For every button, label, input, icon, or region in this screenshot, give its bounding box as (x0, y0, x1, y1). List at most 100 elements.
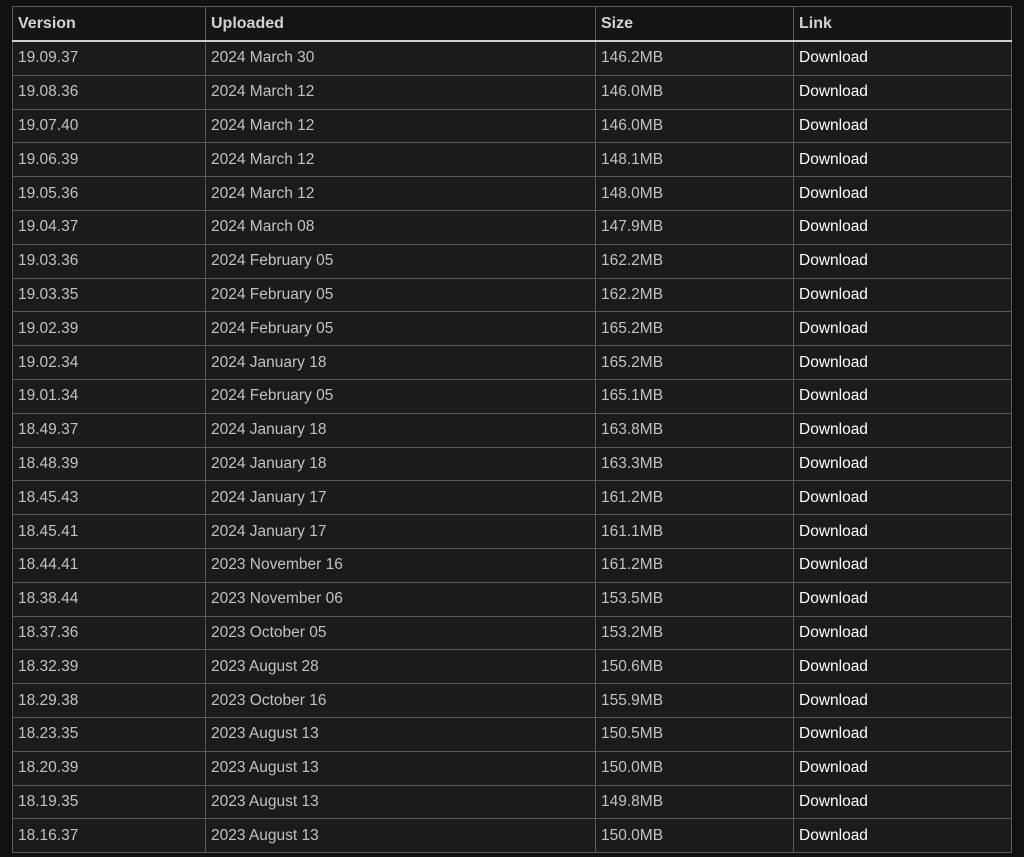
version-cell: 18.23.35 (12, 716, 206, 752)
size-cell: 163.3MB (595, 446, 794, 482)
table-row: 18.32.39 2023 August 28 150.6MB Download (12, 649, 1012, 685)
size-cell: 146.2MB (595, 40, 794, 76)
link-cell: Download (793, 243, 1012, 279)
download-link[interactable]: Download (799, 354, 868, 371)
table-row: 18.45.43 2024 January 17 161.2MB Download (12, 480, 1012, 516)
download-link[interactable]: Download (799, 320, 868, 337)
table-row: 19.08.36 2024 March 12 146.0MB Download (12, 74, 1012, 110)
download-link[interactable]: Download (799, 692, 868, 709)
version-cell: 18.49.37 (12, 412, 206, 448)
table-row: 19.03.35 2024 February 05 162.2MB Download (12, 277, 1012, 313)
download-link[interactable]: Download (799, 185, 868, 202)
uploaded-cell: 2024 January 17 (205, 480, 596, 516)
download-link[interactable]: Download (799, 83, 868, 100)
size-cell: 155.9MB (595, 683, 794, 718)
version-cell: 18.48.39 (12, 446, 206, 482)
link-cell: Download (793, 818, 1012, 854)
size-cell: 161.1MB (595, 514, 794, 549)
uploaded-cell: 2024 February 05 (205, 378, 596, 414)
download-link[interactable]: Download (799, 489, 868, 506)
link-cell: Download (793, 345, 1012, 380)
uploaded-cell: 2024 January 17 (205, 514, 596, 549)
download-link[interactable]: Download (799, 759, 868, 776)
download-link[interactable]: Download (799, 590, 868, 607)
uploaded-cell: 2023 August 28 (205, 649, 596, 685)
link-cell: Download (793, 277, 1012, 313)
link-cell: Download (793, 581, 1012, 617)
version-cell: 19.07.40 (12, 108, 206, 144)
link-cell: Download (793, 716, 1012, 752)
size-cell: 165.2MB (595, 311, 794, 347)
table-row: 18.19.35 2023 August 13 149.8MB Download (12, 784, 1012, 820)
download-link[interactable]: Download (799, 218, 868, 235)
version-cell: 18.19.35 (12, 784, 206, 820)
header-uploaded: Uploaded (205, 6, 596, 42)
link-cell: Download (793, 547, 1012, 583)
uploaded-cell: 2024 March 08 (205, 209, 596, 245)
version-cell: 18.45.41 (12, 514, 206, 549)
header-row: Version Uploaded Size Link (12, 6, 1012, 42)
table-row: 18.16.37 2023 August 13 150.0MB Download (12, 818, 1012, 854)
download-link[interactable]: Download (799, 523, 868, 540)
uploaded-cell: 2023 November 06 (205, 581, 596, 617)
uploaded-cell: 2023 August 13 (205, 716, 596, 752)
uploaded-cell: 2024 March 12 (205, 142, 596, 178)
link-cell: Download (793, 176, 1012, 211)
table-row: 18.44.41 2023 November 16 161.2MB Download (12, 547, 1012, 583)
uploaded-cell: 2023 August 13 (205, 750, 596, 786)
table-row: 18.29.38 2023 October 16 155.9MB Download (12, 683, 1012, 718)
download-link[interactable]: Download (799, 421, 868, 438)
link-cell: Download (793, 311, 1012, 347)
link-cell: Download (793, 378, 1012, 414)
download-link[interactable]: Download (799, 658, 868, 675)
download-link[interactable]: Download (799, 827, 868, 844)
table-row: 19.02.39 2024 February 05 165.2MB Download (12, 311, 1012, 347)
uploaded-cell: 2024 January 18 (205, 345, 596, 380)
version-cell: 18.16.37 (12, 818, 206, 854)
download-link[interactable]: Download (799, 556, 868, 573)
table-header: Version Uploaded Size Link (12, 6, 1012, 42)
download-link[interactable]: Download (799, 49, 868, 66)
download-link[interactable]: Download (799, 793, 868, 810)
link-cell: Download (793, 412, 1012, 448)
uploaded-cell: 2024 February 05 (205, 243, 596, 279)
download-link[interactable]: Download (799, 151, 868, 168)
size-cell: 150.0MB (595, 750, 794, 786)
download-link[interactable]: Download (799, 455, 868, 472)
uploaded-cell: 2024 January 18 (205, 446, 596, 482)
uploaded-cell: 2024 March 12 (205, 176, 596, 211)
size-cell: 146.0MB (595, 108, 794, 144)
version-cell: 19.09.37 (12, 40, 206, 76)
link-cell: Download (793, 108, 1012, 144)
version-cell: 19.05.36 (12, 176, 206, 211)
download-link[interactable]: Download (799, 387, 868, 404)
size-cell: 153.5MB (595, 581, 794, 617)
table-row: 18.48.39 2024 January 18 163.3MB Download (12, 446, 1012, 482)
download-link[interactable]: Download (799, 725, 868, 742)
table-body: 19.09.37 2024 March 30 146.2MB Download 19.0… (12, 40, 1012, 854)
table-row: 18.38.44 2023 November 06 153.5MB Download (12, 581, 1012, 617)
uploaded-cell: 2024 March 30 (205, 40, 596, 76)
version-cell: 18.45.43 (12, 480, 206, 516)
version-cell: 18.37.36 (12, 615, 206, 651)
table-row: 19.06.39 2024 March 12 148.1MB Download (12, 142, 1012, 178)
table-row: 19.09.37 2024 March 30 146.2MB Download (12, 40, 1012, 76)
uploaded-cell: 2024 March 12 (205, 108, 596, 144)
link-cell: Download (793, 750, 1012, 786)
download-link[interactable]: Download (799, 252, 868, 269)
link-cell: Download (793, 446, 1012, 482)
download-link[interactable]: Download (799, 117, 868, 134)
version-cell: 19.02.39 (12, 311, 206, 347)
download-link[interactable]: Download (799, 624, 868, 641)
link-cell: Download (793, 74, 1012, 110)
link-cell: Download (793, 142, 1012, 178)
link-cell: Download (793, 480, 1012, 516)
uploaded-cell: 2024 March 12 (205, 74, 596, 110)
uploaded-cell: 2024 February 05 (205, 277, 596, 313)
link-cell: Download (793, 615, 1012, 651)
download-link[interactable]: Download (799, 286, 868, 303)
uploaded-cell: 2023 August 13 (205, 784, 596, 820)
link-cell: Download (793, 514, 1012, 549)
size-cell: 161.2MB (595, 480, 794, 516)
version-cell: 19.03.35 (12, 277, 206, 313)
